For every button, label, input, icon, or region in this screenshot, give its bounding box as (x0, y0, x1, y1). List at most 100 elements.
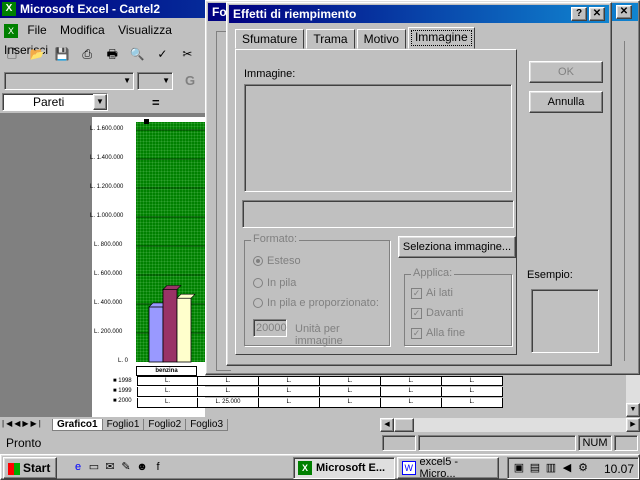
sheet-tabs: Grafico1 Foglio1 Foglio2 Foglio3 (52, 418, 229, 431)
option-pila[interactable]: In pila (253, 277, 296, 289)
name-box[interactable]: Pareti ▼ (2, 93, 108, 111)
tab-scroll-buttons[interactable]: |◀◀▶▶| (2, 419, 43, 428)
ok-button[interactable]: OK (529, 61, 603, 83)
legend-item: ■ 1998 (113, 378, 132, 384)
image-filename-field (242, 200, 514, 228)
menu-file[interactable]: File (27, 20, 46, 40)
fill-effects-dialog: Effetti di riempimento ? ✕ Sfumature Tram… (226, 2, 612, 366)
horizontal-scrollbar[interactable]: ◀ ▶ (380, 418, 640, 432)
tab-sfumature[interactable]: Sfumature (235, 29, 305, 49)
scroll-thumb[interactable] (394, 418, 414, 432)
y-tick-label: L. 0 (118, 358, 129, 364)
y-tick-label: L. 800.000 (94, 242, 123, 248)
units-field[interactable]: 20000 (253, 319, 287, 337)
check-davanti[interactable]: ✓ Davanti (411, 307, 463, 319)
outlook-icon[interactable]: ✉ (103, 460, 117, 474)
y-tick-label: L. 600.000 (94, 271, 123, 277)
excel-app-icon[interactable]: X (2, 2, 16, 16)
spelling-icon[interactable]: ✓ (152, 44, 172, 64)
tab-trama[interactable]: Trama (306, 29, 355, 49)
menu-visualizza[interactable]: Visualizza (118, 20, 172, 40)
image-label: Immagine: (244, 68, 296, 80)
scroll-right-icon[interactable]: ▶ (626, 418, 640, 432)
new-icon[interactable]: 🗋 (2, 46, 22, 66)
speaker-icon[interactable]: ◀ (560, 461, 574, 475)
name-box-value: Pareti (33, 95, 65, 109)
select-image-label: Seleziona immagine... (402, 241, 512, 253)
open-icon[interactable]: 📂 (27, 44, 47, 64)
option-pila-prop-label: In pila e proporzionato: (267, 297, 379, 309)
bar-2000[interactable] (176, 297, 192, 363)
tray-icon-5[interactable]: ⚙ (576, 461, 590, 475)
save-icon[interactable]: 💾 (52, 44, 72, 64)
y-tick-label: L. 1.600.000 (90, 126, 124, 132)
format-window-close-button[interactable]: ✕ (616, 5, 632, 19)
start-button[interactable]: Start (3, 457, 57, 479)
sheet-tab-foglio1[interactable]: Foglio1 (101, 419, 145, 431)
status-panel (382, 435, 416, 451)
task-excel[interactable]: X Microsoft E... (293, 457, 395, 479)
print-icon[interactable]: 🖶 (102, 46, 122, 66)
sheet-tab-foglio3[interactable]: Foglio3 (185, 419, 229, 431)
checkbox-ai-lati[interactable]: ✓ (411, 287, 422, 299)
cancel-button[interactable]: Annulla (529, 91, 603, 113)
radio-pila-prop[interactable] (253, 298, 263, 309)
radio-esteso[interactable] (253, 256, 263, 267)
table-cell: L. (137, 398, 198, 408)
check-ai-lati[interactable]: ✓ Ai lati (411, 287, 453, 299)
name-box-dropdown[interactable]: ▼ (93, 94, 107, 110)
tray-icon-1[interactable]: ▣ (512, 461, 526, 475)
bars (148, 285, 196, 363)
sheet-tab-foglio2[interactable]: Foglio2 (143, 419, 187, 431)
scroll-left-icon[interactable]: ◀ (380, 418, 394, 432)
font-select[interactable]: ▼ (4, 72, 134, 90)
cut-icon[interactable]: ✂ (177, 44, 197, 64)
channels-icon[interactable]: ✎ (119, 460, 133, 474)
close-button[interactable]: ✕ (589, 7, 605, 21)
ie-icon[interactable]: e (71, 460, 85, 474)
desktop-icon[interactable]: ▭ (87, 460, 101, 474)
num-indicator: NUM (578, 435, 612, 451)
sheet-tab-grafico1[interactable]: Grafico1 (52, 419, 103, 431)
checkbox-davanti[interactable]: ✓ (411, 307, 422, 319)
formula-equals[interactable]: = (152, 95, 160, 110)
print-preview-icon[interactable]: ⎙ (77, 45, 97, 65)
clock[interactable]: 10.07 (604, 462, 634, 476)
check-ai-lati-label: Ai lati (426, 287, 453, 299)
select-image-button[interactable]: Seleziona immagine... (398, 236, 516, 258)
y-tick-label: L. 1.200.000 (90, 184, 124, 190)
cancel-label: Annulla (547, 96, 585, 108)
bar-1999[interactable] (162, 289, 178, 363)
option-pila-prop[interactable]: In pila e proporzionato: (253, 297, 379, 309)
table-cell: L. (381, 376, 442, 386)
legend-label: 2000 (118, 398, 132, 404)
tray-icon-2[interactable]: ▤ (528, 461, 542, 475)
tray-icon-3[interactable]: ▥ (544, 461, 558, 475)
table-cell: L. (320, 387, 381, 397)
doc-icon[interactable]: X (4, 23, 18, 38)
scroll-down-icon[interactable]: ▼ (626, 403, 640, 417)
check-alla-fine[interactable]: ✓ Alla fine (411, 327, 465, 339)
menu-modifica[interactable]: Modifica (60, 20, 105, 40)
size-select[interactable]: ▼ (137, 72, 173, 90)
table-cell: L. (137, 376, 198, 386)
vertical-scrollbar[interactable]: ▼ (626, 375, 640, 417)
tab-immagine[interactable]: Immagine (407, 27, 475, 49)
sample-preview (531, 289, 599, 353)
tab-strip: Sfumature Trama Motivo Immagine (235, 27, 477, 51)
task-word-label: excel5 - Micro... (419, 456, 459, 480)
table-cell: L. (198, 387, 259, 397)
help-button[interactable]: ? (571, 7, 587, 21)
sheet-tab-bar: |◀◀▶▶| Grafico1 Foglio1 Foglio2 Foglio3 ◀ ▶ (0, 418, 640, 432)
tab-motivo[interactable]: Motivo (356, 29, 406, 49)
task-word[interactable]: Wexcel5 - Micro... (397, 456, 499, 480)
checkbox-alla-fine[interactable]: ✓ (411, 327, 422, 339)
bar-1998[interactable] (148, 306, 164, 363)
preview-icon[interactable]: 🔍 (127, 44, 147, 64)
option-pila-label: In pila (267, 277, 297, 289)
radio-pila[interactable] (253, 278, 263, 289)
bold-icon[interactable]: G (185, 73, 195, 88)
f-icon[interactable]: f (151, 460, 165, 474)
media-icon[interactable]: ☻ (135, 460, 149, 474)
option-esteso[interactable]: Esteso (253, 255, 301, 267)
